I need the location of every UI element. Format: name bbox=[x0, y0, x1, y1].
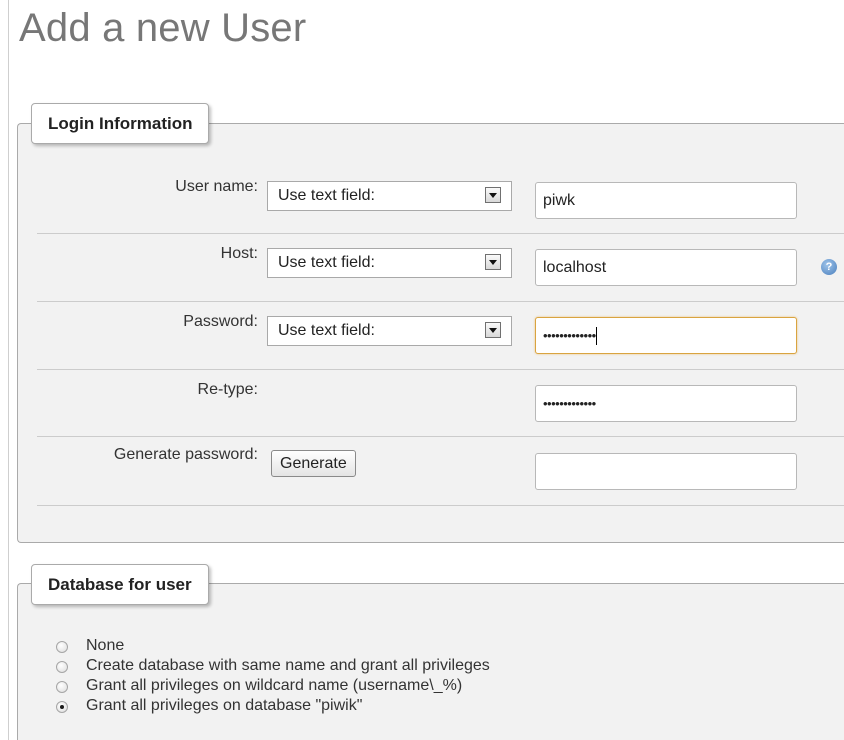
password-input[interactable]: ••••••••••••• bbox=[535, 317, 797, 354]
db-option-label: None bbox=[86, 637, 125, 654]
chevron-down-icon bbox=[485, 254, 501, 270]
row-divider bbox=[37, 233, 844, 234]
password-input-value: ••••••••••••• bbox=[543, 328, 596, 343]
username-type-select-value: Use text field: bbox=[278, 187, 375, 204]
row-divider bbox=[37, 436, 844, 437]
host-type-select[interactable]: Use text field: bbox=[267, 248, 512, 278]
host-type-select-value: Use text field: bbox=[278, 254, 375, 271]
retype-label: Re-type: bbox=[197, 381, 258, 398]
password-label: Password: bbox=[183, 313, 258, 330]
row-divider bbox=[37, 369, 844, 370]
db-option-label: Grant all privileges on database "piwik" bbox=[86, 697, 363, 714]
generate-password-label: Generate password: bbox=[113, 446, 258, 463]
row-divider bbox=[37, 301, 844, 302]
generate-button[interactable]: Generate bbox=[271, 450, 356, 477]
text-caret bbox=[595, 326, 597, 345]
host-label: Host: bbox=[220, 245, 258, 262]
row-divider bbox=[37, 505, 844, 506]
help-icon[interactable]: ? bbox=[821, 259, 837, 275]
login-information-legend: Login Information bbox=[31, 103, 210, 144]
radio-button-checked[interactable] bbox=[56, 701, 68, 713]
database-for-user-legend: Database for user bbox=[31, 564, 209, 605]
host-input-value: localhost bbox=[543, 259, 607, 276]
username-input[interactable]: piwk bbox=[535, 182, 797, 219]
db-option-label: Create database with same name and grant… bbox=[86, 657, 490, 674]
db-option-label: Grant all privileges on wildcard name (u… bbox=[86, 677, 463, 694]
add-user-page: Add a new User Login Information User na… bbox=[0, 0, 844, 740]
chevron-down-icon bbox=[485, 322, 501, 338]
username-type-select[interactable]: Use text field: bbox=[267, 181, 512, 211]
generated-password-input[interactable] bbox=[535, 453, 797, 490]
password-type-select[interactable]: Use text field: bbox=[267, 316, 512, 346]
radio-button[interactable] bbox=[56, 661, 68, 673]
retype-password-input[interactable]: ••••••••••••• bbox=[535, 385, 797, 422]
page-title: Add a new User bbox=[19, 6, 307, 50]
host-input[interactable]: localhost bbox=[535, 249, 797, 286]
radio-button[interactable] bbox=[56, 681, 68, 693]
page-left-border bbox=[8, 0, 9, 740]
chevron-down-icon bbox=[485, 187, 501, 203]
username-label: User name: bbox=[175, 178, 258, 195]
retype-password-input-value: ••••••••••••• bbox=[543, 396, 596, 411]
password-type-select-value: Use text field: bbox=[278, 322, 375, 339]
username-input-value: piwk bbox=[543, 192, 576, 209]
radio-button[interactable] bbox=[56, 641, 68, 653]
